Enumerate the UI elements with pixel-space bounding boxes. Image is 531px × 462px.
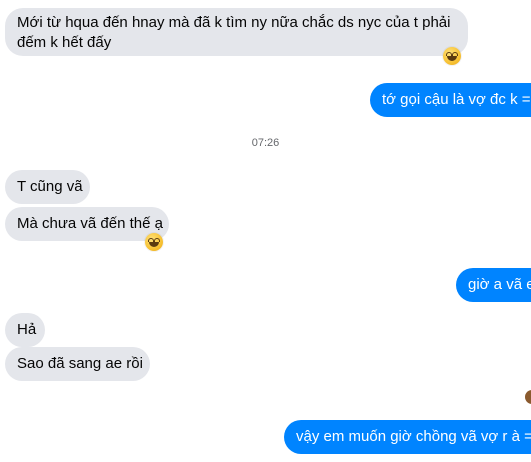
laughing-emoji-reaction-icon[interactable] — [145, 233, 163, 251]
message-timestamp: 07:26 — [251, 137, 280, 149]
outgoing-message-bubble[interactable]: vậy em muốn giờ chồng vã vợ r à = — [284, 420, 531, 454]
incoming-message-bubble[interactable]: Hả — [5, 313, 45, 347]
incoming-message-bubble[interactable]: Mà chưa vã đến thế ạ — [5, 207, 169, 241]
outgoing-message-bubble[interactable]: giờ a vã e — [456, 268, 531, 302]
seen-avatar — [525, 390, 531, 404]
incoming-message-bubble[interactable]: Mới từ hqua đến hnay mà đã k tìm ny nữa … — [5, 8, 468, 56]
laughing-emoji-reaction-icon[interactable] — [443, 47, 461, 65]
outgoing-message-bubble[interactable]: tớ gọi cậu là vợ đc k = — [370, 83, 531, 117]
incoming-message-bubble[interactable]: Sao đã sang ae rồi — [5, 347, 150, 381]
incoming-message-bubble[interactable]: T cũng vã — [5, 170, 90, 204]
